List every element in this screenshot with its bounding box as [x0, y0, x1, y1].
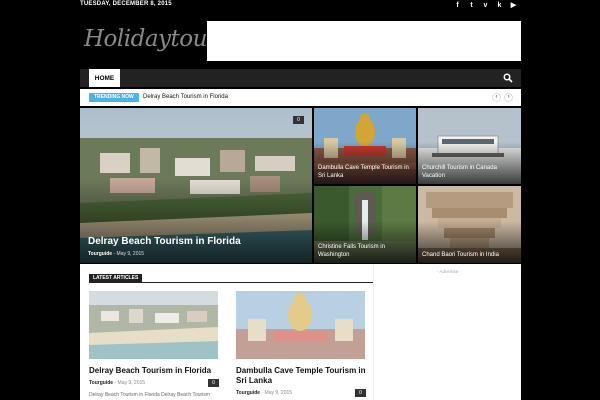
header-ad-banner — [207, 21, 521, 61]
latest-articles-section: LATEST ARTICLES - Advertise - Delray Bea… — [80, 264, 521, 400]
current-date: TUESDAY, DECEMBER 8, 2015 — [80, 1, 172, 7]
featured-tile-title[interactable]: Dambulla Cave Temple Tourism in Sri Lank… — [318, 164, 412, 180]
post-date: May 9, 2015 — [264, 390, 293, 396]
featured-main-meta: Tourguide - May 9, 2015 — [88, 251, 145, 257]
article-thumbnail[interactable] — [236, 291, 365, 359]
featured-tile-title[interactable]: Chand Baori Tourism in India — [422, 251, 517, 259]
article-title[interactable]: Delray Beach Tourism in Florida — [89, 366, 224, 376]
twitter-icon[interactable]: t — [467, 1, 476, 10]
author-name[interactable]: Tourguide — [89, 380, 113, 386]
vimeo-icon[interactable]: v — [481, 1, 490, 10]
featured-tile[interactable]: Chand Baori Tourism in India — [418, 186, 521, 263]
advertise-label: - Advertise - — [437, 269, 462, 274]
article-excerpt: Delray Beach Tourism in Florida Delray B… — [89, 392, 210, 398]
latest-articles-header: LATEST ARTICLES — [89, 274, 374, 283]
post-date: May 9, 2015 — [117, 380, 146, 386]
featured-tile-title[interactable]: Christine Falls Tourism in Washington — [318, 243, 412, 259]
comment-count[interactable]: 0 — [208, 379, 219, 387]
comment-count[interactable]: 0 — [355, 389, 366, 397]
article-thumbnail-image — [89, 291, 218, 359]
article-thumbnail-image — [236, 291, 365, 359]
article-thumbnail[interactable] — [89, 291, 218, 359]
featured-main-post[interactable]: 0 Delray Beach Tourism in Florida Tourgu… — [80, 108, 312, 263]
article-meta: Tourguide - May 9, 2015 — [236, 390, 293, 396]
comment-count[interactable]: 0 — [293, 116, 304, 124]
author-name[interactable]: Tourguide — [236, 390, 260, 396]
featured-main-title[interactable]: Delray Beach Tourism in Florida — [88, 236, 241, 247]
chevron-left-icon[interactable]: ‹ — [492, 93, 501, 102]
top-bar: TUESDAY, DECEMBER 8, 2015 f t v k ▶ — [0, 0, 600, 11]
facebook-icon[interactable]: f — [453, 1, 462, 10]
trending-bar: TRENDING NOW Delray Beach Tourism in Flo… — [80, 89, 521, 106]
post-date: May 9, 2015 — [116, 251, 145, 257]
chevron-right-icon[interactable]: › — [504, 93, 513, 102]
search-icon[interactable] — [503, 73, 513, 83]
youtube-icon[interactable]: ▶ — [509, 1, 518, 10]
vk-icon[interactable]: k — [495, 1, 504, 10]
trending-link[interactable]: Delray Beach Tourism in Florida — [143, 93, 228, 102]
featured-tile[interactable]: Dambulla Cave Temple Tourism in Sri Lank… — [314, 108, 416, 184]
main-navigation: HOME — [80, 69, 521, 87]
article-meta: Tourguide - May 9, 2015 — [89, 380, 146, 386]
column-divider — [373, 264, 374, 400]
article-title[interactable]: Dambulla Cave Temple Tourism in Sri Lank… — [236, 366, 371, 386]
featured-tile[interactable]: Christine Falls Tourism in Washington — [314, 186, 416, 263]
featured-tile[interactable]: Churchill Tourism in Canada Vacation — [418, 108, 521, 184]
author-name[interactable]: Tourguide — [88, 251, 112, 257]
featured-tile-title[interactable]: Churchill Tourism in Canada Vacation — [422, 164, 517, 180]
latest-articles-badge: LATEST ARTICLES — [89, 274, 143, 282]
trending-badge: TRENDING NOW — [89, 93, 139, 102]
nav-item-home[interactable]: HOME — [89, 69, 120, 87]
social-links: f t v k ▶ — [453, 1, 518, 10]
